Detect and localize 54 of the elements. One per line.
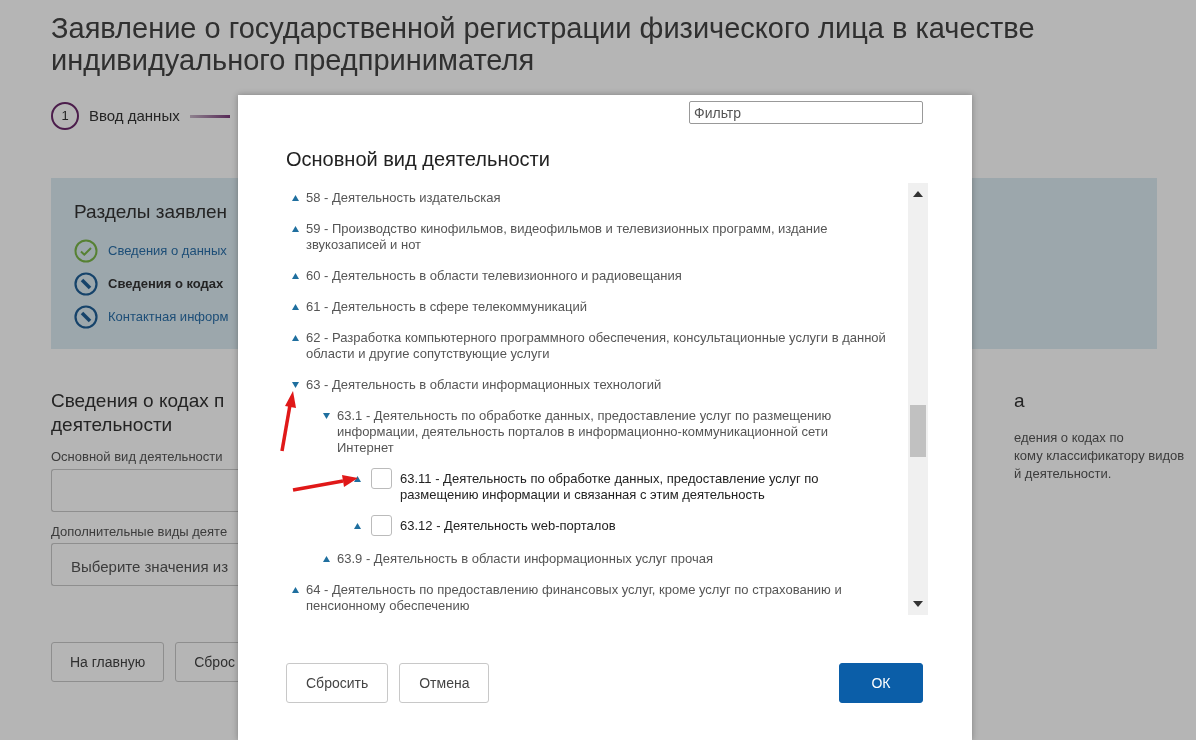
checkbox[interactable]: [371, 468, 392, 489]
scroll-down-icon[interactable]: [913, 601, 923, 607]
tree-item-label[interactable]: 60 - Деятельность в области телевизионного и радиовещания: [306, 268, 682, 284]
checkbox[interactable]: [371, 515, 392, 536]
expand-icon[interactable]: [292, 273, 299, 279]
tree-item-label[interactable]: 63.9 - Деятельность в области информационных услуг прочая: [337, 551, 713, 567]
filter-field[interactable]: Фильтр: [689, 101, 923, 124]
expand-icon[interactable]: [292, 335, 299, 341]
annotation-arrow: [280, 391, 296, 452]
section-link[interactable]: Сведения о данных: [108, 241, 227, 261]
section-heading: деятельности: [51, 413, 174, 437]
expand-icon[interactable]: [354, 523, 361, 529]
step-number: 1: [51, 102, 79, 130]
modal-button[interactable]: Отмена: [399, 663, 490, 703]
scrollbar-thumb[interactable]: [910, 405, 926, 457]
scroll-up-icon[interactable]: [913, 191, 923, 197]
step-progress-line: [189, 114, 230, 118]
help-heading: а: [1014, 389, 1026, 413]
expand-icon[interactable]: [354, 476, 361, 482]
collapse-icon[interactable]: [323, 413, 330, 419]
input-field[interactable]: [51, 468, 238, 512]
tree-item-label[interactable]: 63.11 - Деятельность по обработке данных, предоставление услуг по размещению информации и связанная с этим деятельность: [400, 471, 888, 503]
tree-item-label[interactable]: 59 - Производство кинофильмов, видеофильмов и телевизионных программ, издание звукозаписей и нот: [306, 221, 888, 253]
field-label: Основной вид деятельности: [51, 448, 224, 466]
help-text: едения о кодах по: [1014, 429, 1125, 447]
expand-icon[interactable]: [292, 195, 299, 201]
page-title: Заявление о государственной регистрации физического лица в качестве индивидуального предпринимателя: [50, 11, 1036, 76]
tree-item-label[interactable]: 63 - Деятельность в области информационных технологий: [306, 377, 662, 393]
section-link[interactable]: Сведения о кодах: [108, 274, 224, 294]
expand-icon[interactable]: [292, 587, 299, 593]
section-link[interactable]: Контактная информ: [108, 307, 229, 327]
scrollbar[interactable]: [908, 183, 928, 615]
tree-item-label[interactable]: 58 - Деятельность издательская: [306, 190, 501, 206]
expand-icon[interactable]: [323, 556, 330, 562]
tree-item-label[interactable]: 63.1 - Деятельность по обработке данных, предоставление услуг по размещению информации, деятельность порталов в информационно-коммуникационной сети Интернет: [337, 408, 888, 456]
ok-button[interactable]: ОК: [839, 663, 923, 703]
annotation-arrow: [292, 475, 358, 492]
help-text: й деятельности.: [1014, 465, 1113, 483]
collapse-icon[interactable]: [292, 382, 299, 388]
page-button[interactable]: На главную: [51, 642, 165, 682]
expand-icon[interactable]: [292, 226, 299, 232]
modal-title: Основной вид деятельности: [286, 147, 550, 172]
modal-button[interactable]: Сбросить: [286, 663, 389, 703]
help-text: кому классификатору видов: [1014, 447, 1185, 465]
expand-icon[interactable]: [292, 304, 299, 310]
panel-title: Разделы заявлен: [74, 200, 228, 224]
field-label: Дополнительные виды деяте: [51, 522, 229, 541]
tree-item-label[interactable]: 61 - Деятельность в сфере телекоммуникаций: [306, 299, 587, 315]
input-field[interactable]: Выберите значения из: [51, 543, 238, 586]
step-label: Ввод данных: [89, 105, 180, 126]
tree-item-label[interactable]: 64 - Деятельность по предоставлению финансовых услуг, кроме услуг по страхованию и пенсионному обеспечению: [306, 582, 888, 614]
section-heading: Сведения о кодах п: [51, 389, 226, 413]
tree-item-label[interactable]: 63.12 - Деятельность web-порталов: [400, 518, 616, 534]
tree-item-label[interactable]: 62 - Разработка компьютерного программного обеспечения, консультационные услуги в данной области и другие сопутствующие услуги: [306, 330, 888, 362]
